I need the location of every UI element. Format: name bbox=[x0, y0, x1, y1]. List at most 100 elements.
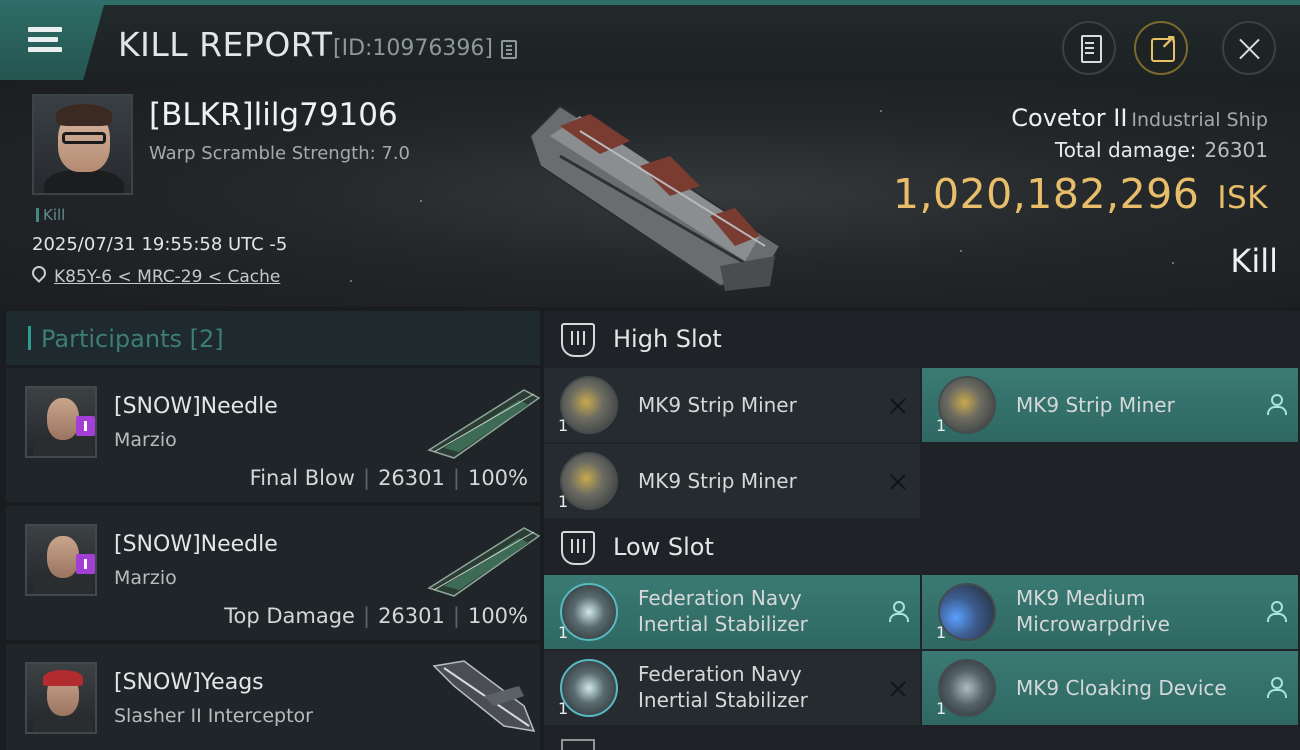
location-link[interactable]: K85Y-6 < MRC-29 < Cache bbox=[54, 267, 280, 287]
dropped-person-icon bbox=[1266, 677, 1287, 698]
victim-name[interactable]: [BLKR]lilg79106 bbox=[149, 97, 398, 133]
module-name: MK9 Strip Miner bbox=[638, 393, 797, 417]
dropped-person-icon bbox=[888, 601, 909, 622]
participant-name: [SNOW]Yeags bbox=[114, 670, 264, 695]
module-quantity: 1 bbox=[936, 623, 947, 642]
location-pin-icon bbox=[29, 263, 49, 283]
hamburger-icon-line bbox=[28, 47, 62, 52]
high-slot-icon bbox=[561, 323, 595, 357]
participant-percent: 100% bbox=[467, 466, 528, 490]
hamburger-icon-line bbox=[28, 37, 58, 42]
warp-scramble-strength: Warp Scramble Strength: 7.0 bbox=[149, 143, 411, 164]
kill-report-id: [ID:10976396] bbox=[333, 36, 493, 61]
victim-portrait[interactable] bbox=[32, 94, 133, 195]
avatar-body bbox=[33, 438, 93, 456]
module-quantity: 1 bbox=[558, 416, 569, 435]
participant-damage: 26301 bbox=[378, 466, 445, 490]
destroyed-icon bbox=[888, 679, 908, 699]
participant-stats: Top Damage | 26301 | 100% bbox=[224, 604, 528, 628]
participant-ship: Slasher II Interceptor bbox=[114, 705, 313, 727]
avatar-head bbox=[47, 536, 79, 578]
isk-unit: ISK bbox=[1217, 180, 1268, 216]
participant-row[interactable]: [SNOW]Yeags Slasher II Interceptor bbox=[6, 644, 540, 750]
implant-badge-icon bbox=[76, 554, 95, 574]
ship-class: Industrial Ship bbox=[1131, 109, 1268, 131]
star bbox=[960, 250, 962, 252]
close-button[interactable] bbox=[1222, 21, 1276, 75]
module-name: MK9 Cloaking Device bbox=[1016, 676, 1227, 700]
participant-name: [SNOW]Needle bbox=[114, 394, 278, 419]
module-quantity: 1 bbox=[936, 416, 947, 435]
module-name-line1: Federation Navy bbox=[638, 662, 802, 686]
isk-value: 1,020,182,296 ISK bbox=[893, 170, 1268, 218]
module-name: MK9 Strip Miner bbox=[1016, 393, 1175, 417]
participant-ship: Marzio bbox=[114, 429, 177, 451]
module-item[interactable]: 1 MK9 Cloaking Device bbox=[922, 651, 1298, 725]
participant-damage: 26301 bbox=[378, 604, 445, 628]
participants-title: Participants [2] bbox=[41, 325, 224, 353]
total-damage-label: Total damage: bbox=[1054, 138, 1197, 162]
strip-miner-icon bbox=[560, 452, 618, 510]
module-name-line1: Federation Navy bbox=[638, 586, 802, 610]
low-slot-title: Low Slot bbox=[613, 533, 714, 561]
implant-badge-icon bbox=[76, 416, 95, 436]
participant-row[interactable]: [SNOW]Needle Marzio Top Damage | 26301 | 100… bbox=[6, 506, 541, 640]
participant-ship-image bbox=[427, 389, 541, 459]
strip-miner-icon bbox=[560, 376, 618, 434]
module-item[interactable]: 1 Federation Navy Inertial Stabilizer bbox=[544, 651, 920, 725]
module-name: MK9 Medium Microwarpdrive bbox=[1016, 585, 1170, 637]
portrait-body bbox=[44, 170, 124, 193]
stats-separator: | bbox=[362, 466, 371, 490]
stats-separator: | bbox=[362, 604, 371, 628]
participant-ship-image bbox=[432, 660, 536, 732]
module-name: MK9 Strip Miner bbox=[638, 469, 797, 493]
participant-stats: Final Blow | 26301 | 100% bbox=[250, 466, 528, 490]
low-slot-header: Low Slot bbox=[544, 519, 1300, 575]
high-slot-title: High Slot bbox=[613, 325, 722, 353]
hamburger-icon bbox=[28, 27, 62, 32]
participants-count: [2] bbox=[189, 325, 224, 353]
portrait-glasses bbox=[62, 132, 106, 144]
victim-ship-image bbox=[528, 104, 782, 291]
star bbox=[420, 200, 422, 202]
module-item[interactable]: 1 MK9 Strip Miner bbox=[544, 368, 920, 442]
module-item[interactable]: 1 MK9 Strip Miner bbox=[922, 368, 1298, 442]
star bbox=[350, 280, 352, 282]
clipboard-button[interactable] bbox=[1062, 21, 1116, 75]
module-name: Federation Navy Inertial Stabilizer bbox=[638, 661, 808, 713]
participant-avatar[interactable] bbox=[25, 662, 97, 734]
participant-ship-image bbox=[427, 527, 541, 597]
module-name-line2: Microwarpdrive bbox=[1016, 612, 1170, 636]
kill-tag: Kill bbox=[36, 206, 65, 224]
isk-amount: 1,020,182,296 bbox=[892, 170, 1200, 218]
stats-separator: | bbox=[452, 466, 460, 490]
menu-button[interactable] bbox=[0, 5, 104, 80]
participant-ship: Marzio bbox=[114, 567, 177, 589]
participants-header: Participants [2] bbox=[6, 311, 540, 365]
kill-timestamp: 2025/07/31 19:55:58 UTC -5 bbox=[32, 234, 288, 255]
participant-role: Final Blow bbox=[249, 466, 355, 490]
inertial-stabilizer-icon bbox=[560, 659, 618, 717]
low-slot-icon bbox=[561, 531, 595, 565]
module-item[interactable]: 1 MK9 Medium Microwarpdrive bbox=[922, 575, 1298, 649]
victim-ship-name[interactable]: Covetor II Industrial Ship bbox=[1011, 104, 1268, 132]
participant-role: Top Damage bbox=[224, 604, 355, 628]
header-accent-bar bbox=[28, 326, 31, 350]
participants-panel: Participants [2] [SNOW]Needle Marzio Fin… bbox=[6, 311, 541, 750]
avatar-body bbox=[33, 576, 93, 594]
share-export-button[interactable] bbox=[1134, 21, 1188, 75]
module-item[interactable]: 1 MK9 Strip Miner bbox=[544, 444, 920, 518]
star bbox=[1172, 262, 1174, 264]
page-title: KILL REPORT bbox=[118, 25, 333, 64]
participant-row[interactable]: [SNOW]Needle Marzio Final Blow | 26301 | 100… bbox=[6, 368, 541, 502]
dropped-person-icon bbox=[1266, 601, 1287, 622]
copy-icon[interactable] bbox=[501, 40, 517, 59]
module-item[interactable]: 1 Federation Navy Inertial Stabilizer bbox=[544, 575, 920, 649]
total-damage-value: 26301 bbox=[1204, 138, 1268, 162]
module-quantity: 1 bbox=[558, 623, 569, 642]
participants-title-text: Participants bbox=[41, 325, 182, 353]
star bbox=[880, 110, 882, 112]
fitting-panel: High Slot 1 MK9 Strip Miner 1 MK9 Strip … bbox=[544, 311, 1300, 750]
ship-name-text: Covetor II bbox=[1011, 104, 1128, 132]
title-bar: KILL REPORT [ID:10976396] bbox=[0, 0, 1300, 80]
